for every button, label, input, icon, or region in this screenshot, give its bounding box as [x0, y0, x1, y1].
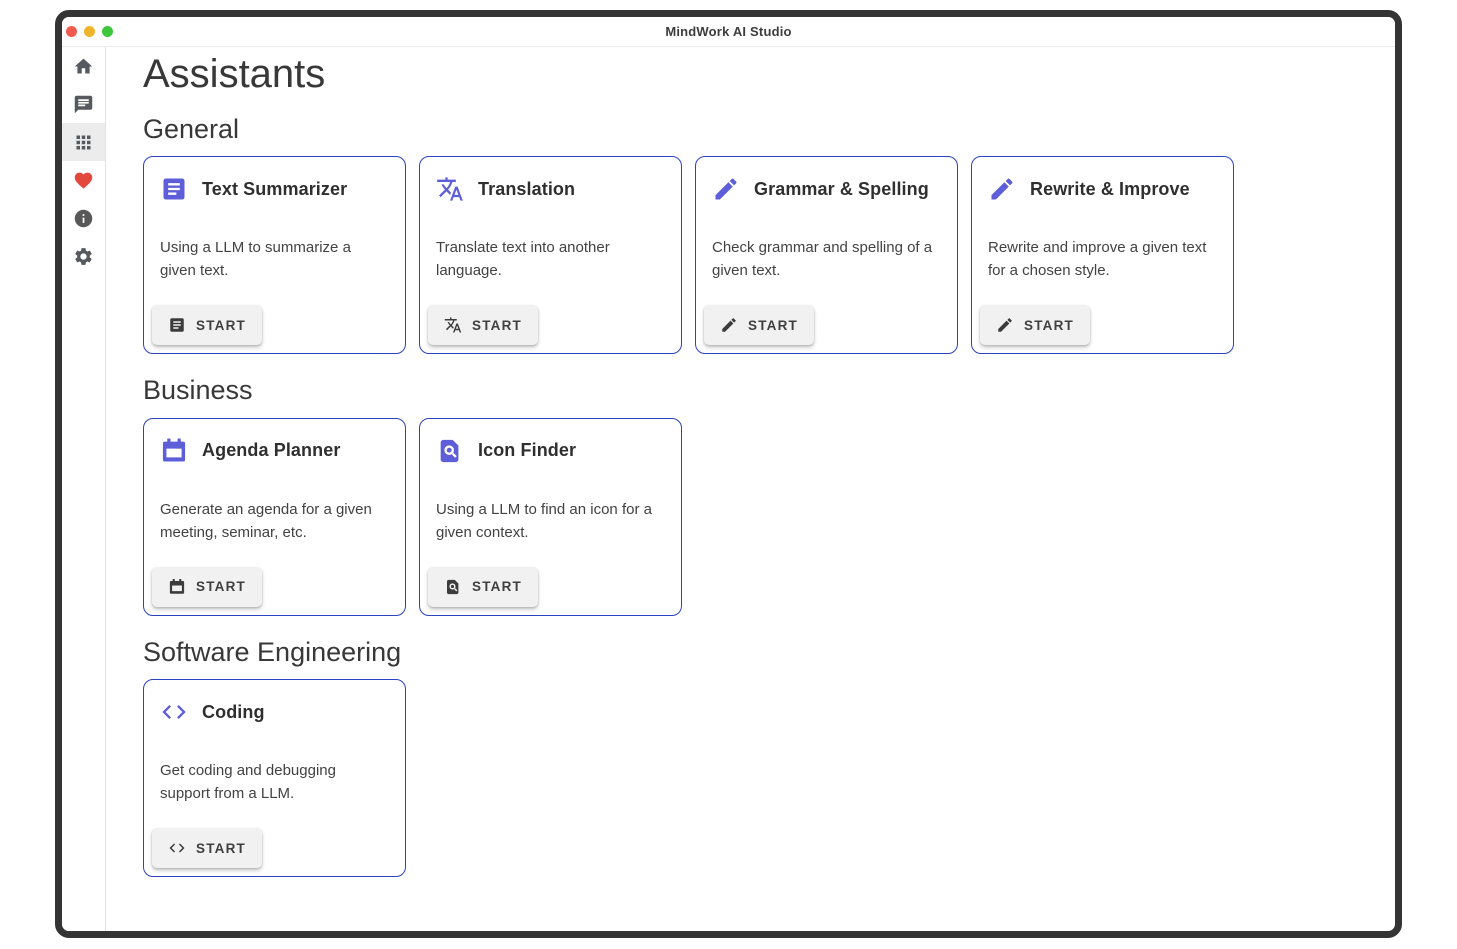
gear-icon [73, 246, 94, 267]
page-title: Assistants [143, 50, 1375, 98]
card-description: Check grammar and spelling of a given te… [696, 236, 957, 282]
sidebar-item-chats[interactable] [62, 85, 105, 123]
pencil-icon [712, 175, 740, 203]
sidebar-item-assistants[interactable] [62, 123, 105, 161]
article-icon [160, 175, 188, 203]
card-title: Text Summarizer [202, 179, 347, 200]
start-button-label: START [748, 318, 798, 333]
translate-icon [436, 175, 464, 203]
card-header: Agenda Planner [144, 419, 405, 465]
calendar-icon [168, 578, 186, 596]
card-description: Using a LLM to find an icon for a given … [420, 498, 681, 544]
card-title: Translation [478, 179, 575, 200]
card-header: Icon Finder [420, 419, 681, 465]
start-button-label: START [196, 579, 246, 594]
card-row: Text Summarizer Using a LLM to summarize… [143, 156, 1375, 354]
card-description: Translate text into another language. [420, 236, 681, 282]
assistant-card-grammar-spelling: Grammar & Spelling Check grammar and spe… [695, 156, 958, 354]
pencil-icon [996, 316, 1014, 334]
code-icon [160, 698, 188, 726]
sidebar-item-settings[interactable] [62, 237, 105, 275]
info-icon [73, 208, 94, 229]
translate-icon [444, 316, 462, 334]
card-actions: START [696, 297, 957, 353]
pencil-icon [988, 175, 1016, 203]
card-title: Icon Finder [478, 440, 576, 461]
start-button[interactable]: START [704, 305, 814, 345]
main-content: Assistants General Text Summarizer Using… [106, 47, 1395, 931]
code-icon [168, 839, 186, 857]
section-general: General Text Summarizer Using a LLM to s… [143, 113, 1375, 354]
card-title: Agenda Planner [202, 440, 340, 461]
card-actions: START [972, 297, 1233, 353]
card-actions: START [144, 297, 405, 353]
home-icon [73, 56, 94, 77]
start-button[interactable]: START [980, 305, 1090, 345]
app-window: MindWork AI Studio [55, 10, 1402, 938]
assistant-card-text-summarizer: Text Summarizer Using a LLM to summarize… [143, 156, 406, 354]
apps-grid-icon [73, 132, 94, 153]
start-button-label: START [196, 841, 246, 856]
card-actions: START [420, 559, 681, 615]
assistant-card-coding: Coding Get coding and debugging support … [143, 679, 406, 877]
window-title: MindWork AI Studio [62, 24, 1395, 39]
window-body: Assistants General Text Summarizer Using… [62, 47, 1395, 931]
card-header: Rewrite & Improve [972, 157, 1233, 203]
card-actions: START [144, 559, 405, 615]
section-heading: Business [143, 374, 1375, 406]
card-row: Coding Get coding and debugging support … [143, 679, 1375, 877]
card-description: Using a LLM to summarize a given text. [144, 236, 405, 282]
card-title: Grammar & Spelling [754, 179, 929, 200]
card-description: Rewrite and improve a given text for a c… [972, 236, 1233, 282]
start-button[interactable]: START [152, 305, 262, 345]
sidebar-item-home[interactable] [62, 47, 105, 85]
section-software-engineering: Software Engineering Coding Get coding a… [143, 636, 1375, 877]
icon-search-icon [444, 578, 462, 596]
start-button[interactable]: START [152, 567, 262, 607]
card-header: Text Summarizer [144, 157, 405, 203]
screenshot-background: MindWork AI Studio [0, 0, 1457, 949]
sidebar [62, 47, 106, 931]
calendar-icon [160, 437, 188, 465]
heart-icon [73, 170, 94, 191]
start-button-label: START [472, 579, 522, 594]
sidebar-item-about[interactable] [62, 199, 105, 237]
sidebar-item-favorites[interactable] [62, 161, 105, 199]
assistant-card-icon-finder: Icon Finder Using a LLM to find an icon … [419, 418, 682, 616]
card-header: Grammar & Spelling [696, 157, 957, 203]
card-header: Translation [420, 157, 681, 203]
assistant-card-translation: Translation Translate text into another … [419, 156, 682, 354]
card-row: Agenda Planner Generate an agenda for a … [143, 418, 1375, 616]
chat-icon [73, 94, 94, 115]
card-title: Rewrite & Improve [1030, 179, 1190, 200]
card-description: Generate an agenda for a given meeting, … [144, 498, 405, 544]
card-description: Get coding and debugging support from a … [144, 759, 405, 805]
start-button-label: START [196, 318, 246, 333]
card-actions: START [144, 820, 405, 876]
section-heading: General [143, 113, 1375, 145]
section-business: Business Agenda Planner Generate an agen… [143, 374, 1375, 615]
section-heading: Software Engineering [143, 636, 1375, 668]
card-actions: START [420, 297, 681, 353]
start-button-label: START [472, 318, 522, 333]
assistant-card-rewrite-improve: Rewrite & Improve Rewrite and improve a … [971, 156, 1234, 354]
start-button[interactable]: START [152, 828, 262, 868]
pencil-icon [720, 316, 738, 334]
card-title: Coding [202, 702, 265, 723]
card-header: Coding [144, 680, 405, 726]
title-bar: MindWork AI Studio [62, 17, 1395, 47]
assistant-card-agenda-planner: Agenda Planner Generate an agenda for a … [143, 418, 406, 616]
start-button[interactable]: START [428, 567, 538, 607]
start-button[interactable]: START [428, 305, 538, 345]
start-button-label: START [1024, 318, 1074, 333]
icon-search-icon [436, 437, 464, 465]
article-icon [168, 316, 186, 334]
